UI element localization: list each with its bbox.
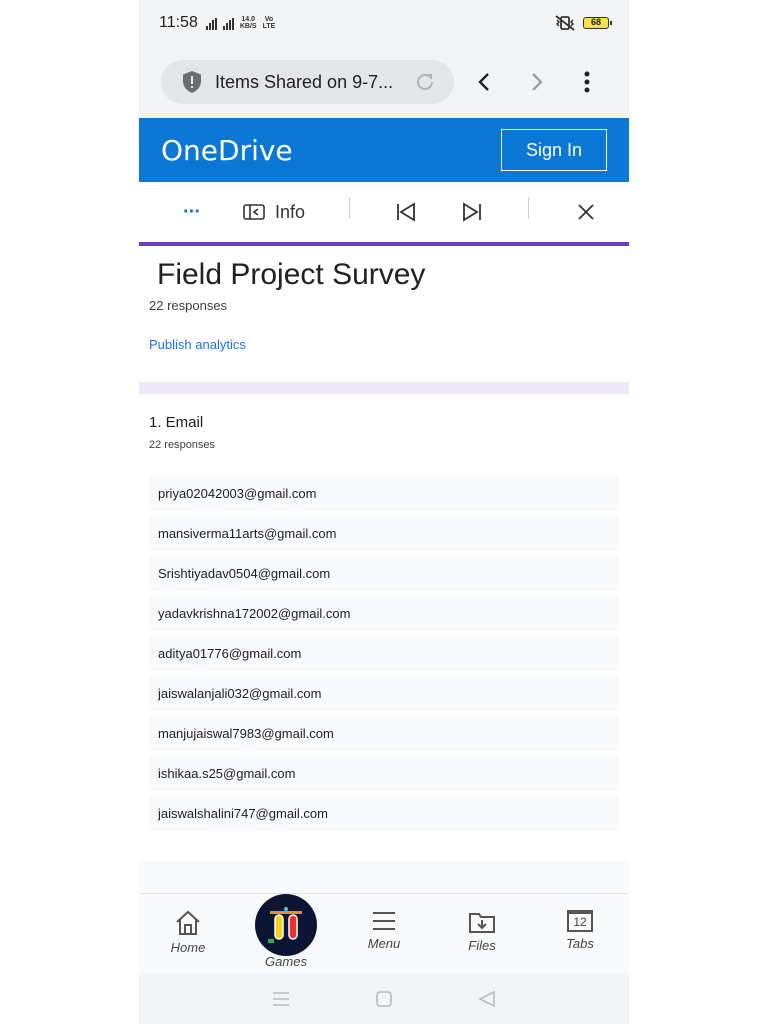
toolbar-divider-2: [528, 197, 529, 219]
list-item: jaiswalshalini747@gmail.com: [149, 795, 619, 831]
forward-icon: [532, 73, 543, 91]
back-icon: [478, 73, 489, 91]
nav-menu-label: Menu: [367, 936, 401, 951]
page-title[interactable]: Items Shared on 9-7...: [215, 72, 405, 93]
more-vert-icon: [584, 71, 590, 93]
onedrive-logo[interactable]: OneDrive: [161, 134, 293, 167]
browser-toolbar: Items Shared on 9-7...: [139, 46, 629, 118]
previous-icon: [397, 202, 415, 222]
home-icon: [176, 910, 200, 935]
nav-menu[interactable]: Menu: [344, 910, 424, 951]
info-button[interactable]: Info: [243, 182, 305, 242]
sign-in-button[interactable]: Sign In: [501, 129, 607, 171]
volte-indicator: Vo LTE: [263, 16, 276, 30]
nav-home-label: Home: [170, 940, 206, 955]
network-speed: 14.0 KB/S: [240, 16, 257, 30]
question-email: 1. Email 22 responses priya02042003@gmai…: [139, 394, 629, 831]
previous-button[interactable]: [395, 182, 417, 242]
more-options-button[interactable]: ···: [183, 182, 201, 242]
content-footer: [139, 861, 629, 893]
back-button[interactable]: [466, 62, 505, 102]
battery-icon: 68: [583, 17, 612, 29]
speed-unit: KB/S: [239, 23, 257, 30]
section-divider: [139, 382, 629, 394]
back-triangle-icon[interactable]: [478, 990, 496, 1008]
signal-icon-2: [222, 18, 234, 30]
tabs-icon: 12: [567, 910, 593, 932]
volte-top: Vo: [264, 16, 274, 23]
list-item: aditya01776@gmail.com: [149, 635, 619, 671]
form-response-count: 22 responses: [149, 298, 228, 313]
tabs-count: 12: [573, 915, 587, 929]
list-item: Srishtiyadav0504@gmail.com: [149, 555, 619, 591]
list-item: priya02042003@gmail.com: [149, 475, 619, 511]
network-indicators: 14.0 KB/S Vo LTE: [205, 16, 276, 30]
answer-list: priya02042003@gmail.com mansiverma11arts…: [149, 475, 619, 831]
status-bar: 11:58 14.0 KB/S Vo LTE 68: [139, 0, 629, 46]
toolbar-divider: [349, 197, 350, 219]
address-bar[interactable]: Items Shared on 9-7...: [161, 60, 454, 104]
recents-icon[interactable]: [272, 991, 290, 1007]
nav-games-label: Games: [265, 954, 307, 969]
vibrate-icon: [555, 15, 575, 31]
list-item: jaiswalanjali032@gmail.com: [149, 675, 619, 711]
next-button[interactable]: [461, 182, 483, 242]
form-title: Field Project Survey: [157, 258, 426, 291]
list-item: manjujaiswal7983@gmail.com: [149, 715, 619, 751]
status-right: 68: [555, 15, 612, 31]
signal-icon: [205, 18, 217, 30]
phone-screen: 11:58 14.0 KB/S Vo LTE 68 Items Shared o…: [139, 0, 629, 1024]
home-square-icon[interactable]: [375, 990, 393, 1008]
publish-analytics-link[interactable]: Publish analytics: [149, 337, 246, 352]
games-icon: [268, 907, 302, 943]
viewer-toolbar: ··· Info: [139, 182, 629, 246]
shield-icon[interactable]: [181, 70, 203, 94]
status-time: 11:58: [159, 14, 198, 31]
next-icon: [463, 202, 481, 222]
reload-icon[interactable]: [414, 71, 436, 93]
nav-games[interactable]: [255, 894, 317, 956]
hamburger-icon: [373, 912, 395, 930]
nav-home[interactable]: Home: [148, 910, 228, 955]
close-icon: [578, 204, 594, 220]
info-panel-icon: [243, 204, 265, 220]
info-label: Info: [275, 201, 306, 222]
close-button[interactable]: [577, 182, 595, 242]
question-title: 1. Email: [149, 414, 204, 431]
nav-files[interactable]: Files: [442, 910, 522, 953]
nav-files-label: Files: [468, 938, 496, 953]
more-horiz-icon: ···: [183, 200, 201, 223]
list-item: yadavkrishna172002@gmail.com: [149, 595, 619, 631]
volte-bottom: LTE: [262, 23, 276, 30]
list-item: mansiverma11arts@gmail.com: [149, 515, 619, 551]
speed-value: 14.0: [241, 16, 256, 23]
form-header: Field Project Survey 22 responses Publis…: [139, 246, 629, 382]
question-response-count: 22 responses: [149, 439, 216, 451]
nav-tabs-label: Tabs: [566, 936, 594, 951]
bottom-navigation: Home Games Menu Files 12 Tabs: [139, 893, 629, 973]
forward-button[interactable]: [517, 62, 556, 102]
menu-button[interactable]: [568, 62, 607, 102]
files-icon: [469, 913, 495, 933]
system-navigation: [139, 973, 629, 1024]
nav-tabs[interactable]: 12 Tabs: [540, 910, 620, 951]
list-item: ishikaa.s25@gmail.com: [149, 755, 619, 791]
onedrive-header: OneDrive Sign In: [139, 118, 629, 182]
